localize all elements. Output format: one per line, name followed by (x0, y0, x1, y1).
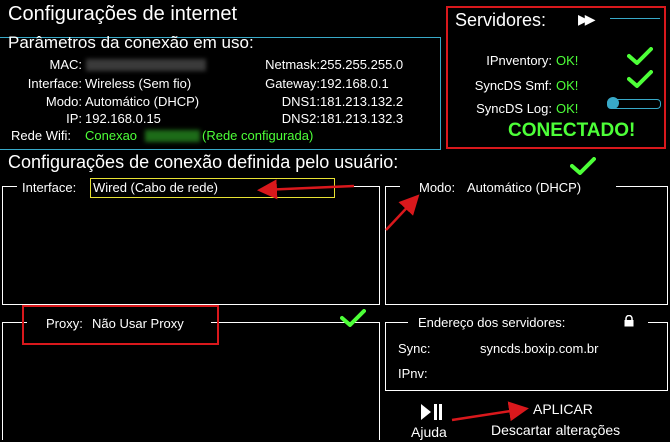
user-modo-label: Modo: (419, 180, 456, 195)
syncds-log-toggle[interactable] (607, 97, 661, 109)
server-ipnventory-label: IPnventory: (486, 53, 552, 68)
proxy-value[interactable]: Não Usar Proxy (92, 316, 184, 331)
interface-highlight (90, 178, 335, 198)
help-button[interactable]: Ajuda (411, 424, 447, 440)
connection-status: CONECTADO! (508, 120, 636, 141)
ipnv-label: IPnv: (398, 366, 428, 381)
netmask-value: 255.255.255.0 (320, 57, 404, 72)
server-syncds-log-status: OK! (556, 101, 579, 116)
modo-value: Automático (DHCP) (85, 94, 200, 109)
gateway-value: 192.168.0.1 (320, 76, 389, 91)
connection-section-title: Parâmetros da conexão em uso: (8, 33, 254, 52)
page-title: Configurações de internet (8, 3, 238, 25)
mac-label: MAC: (49, 57, 83, 72)
sync-label: Sync: (398, 341, 431, 356)
interface-value: Wireless (Sem fio) (85, 76, 192, 91)
dns2-label: DNS2: (281, 111, 320, 126)
server-syncds-log-label: SyncDS Log: (476, 101, 552, 116)
wifi-name: Conexao (85, 128, 138, 143)
dns1-value: 181.213.132.2 (320, 94, 404, 109)
modo-panel[interactable] (385, 186, 668, 305)
mac-value-blurred (86, 59, 206, 71)
sync-value[interactable]: syncds.boxip.com.br (480, 341, 599, 356)
check-icon (627, 47, 653, 65)
user-modo-value[interactable]: Automático (DHCP) (467, 180, 581, 195)
gateway-label: Gateway: (265, 76, 320, 91)
wifi-label: Rede Wifi: (11, 128, 71, 143)
play-pause-icon[interactable] (421, 404, 443, 420)
discard-button[interactable]: Descartar alterações (491, 422, 620, 438)
user-config-title: Configurações de conexão definida pelo u… (8, 152, 399, 172)
modo-label: Modo: (45, 94, 82, 109)
check-icon (627, 70, 653, 88)
interface-panel[interactable] (2, 186, 380, 305)
servers-divider (610, 18, 660, 19)
wifi-name-blurred (145, 130, 200, 142)
fast-forward-icon[interactable]: ▶▶ (578, 11, 595, 28)
server-address-title: Endereço dos servidores: (418, 315, 566, 330)
toggle-knob (607, 97, 619, 109)
ip-value: 192.168.0.15 (85, 111, 161, 126)
server-syncds-smf-status: OK! (556, 78, 579, 93)
arrow-to-apply (451, 401, 529, 422)
check-icon (340, 309, 366, 327)
server-syncds-smf-label: SyncDS Smf: (474, 78, 552, 93)
apply-button[interactable]: APLICAR (533, 401, 593, 417)
ip-label: IP: (66, 111, 82, 126)
netmask-label: Netmask: (265, 57, 320, 72)
lock-icon[interactable] (623, 315, 635, 327)
servers-title: Servidores: (455, 10, 547, 30)
user-interface-label: Interface: (22, 180, 77, 195)
dns2-value: 181.213.132.3 (320, 111, 404, 126)
interface-label: Interface: (27, 76, 82, 91)
wifi-status: (Rede configurada) (202, 128, 314, 143)
proxy-label: Proxy: (46, 316, 83, 331)
check-icon (570, 157, 596, 175)
dns1-label: DNS1: (281, 94, 320, 109)
server-ipnventory-status: OK! (556, 53, 579, 68)
